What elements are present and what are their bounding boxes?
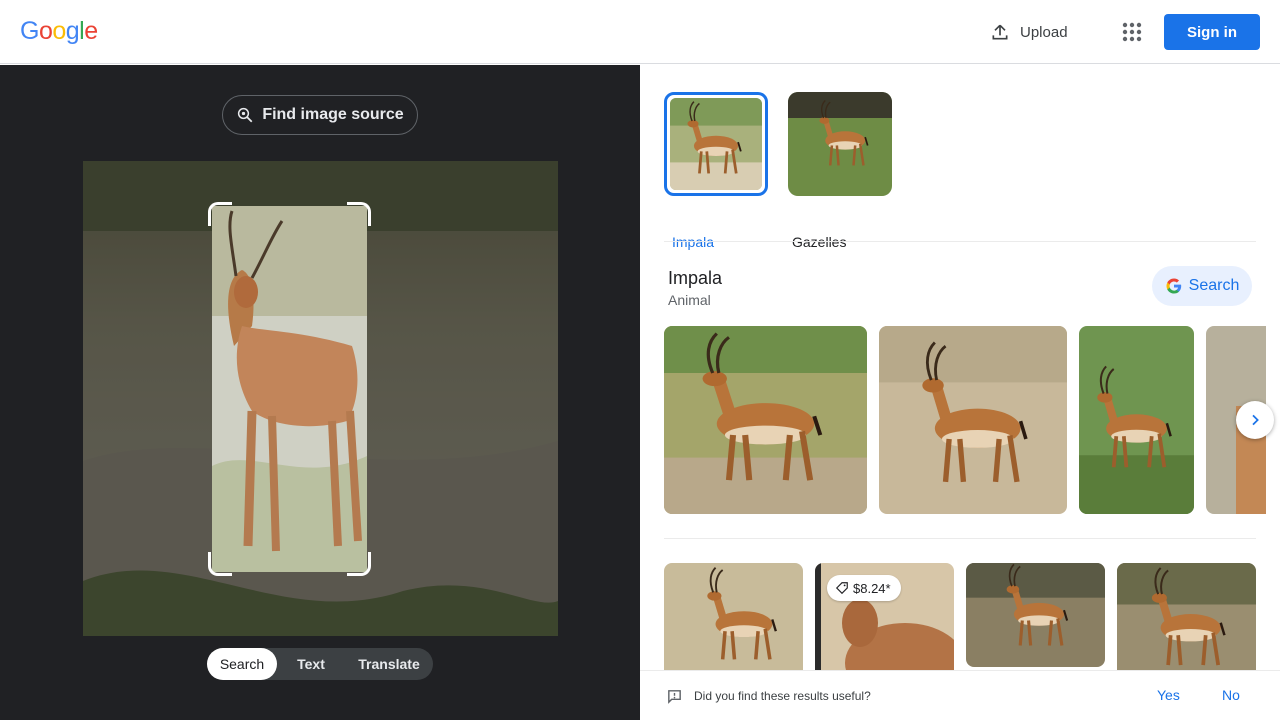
google-search-button[interactable]: Search [1152,266,1252,306]
result-image[interactable] [879,326,1067,514]
carousel-next-button[interactable] [1236,401,1274,439]
mode-translate[interactable]: Translate [345,648,433,680]
chevron-right-icon [1252,414,1259,426]
lens-mode-switch: Search Text Translate [207,648,433,680]
google-logo[interactable]: Google [20,17,98,46]
upload-label: Upload [1020,23,1068,41]
logo-letter: g [65,17,80,45]
result-image[interactable] [1079,326,1194,514]
google-search-label: Search [1188,277,1240,294]
feedback-yes-button[interactable]: Yes [1157,687,1180,703]
entity-subtitle: Animal [668,292,711,308]
crop-handle-bottom-right[interactable] [347,552,371,576]
upload-button[interactable]: Upload [990,18,1068,46]
result-image[interactable] [966,563,1105,667]
entity-title: Impala [668,268,723,288]
feedback-question: Did you find these results useful? [694,689,871,703]
logo-letter: e [84,17,98,45]
upload-icon [992,24,1008,40]
lens-image-panel: Find image source Search Text Translate [0,65,640,720]
chip-gazelles[interactable]: Gazelles [788,92,892,250]
feedback-icon [668,690,681,704]
crop-handle-top-right[interactable] [347,202,371,226]
results-panel: Impala Gazelles Impala Animal Search $8.… [640,65,1280,720]
feedback-no-button[interactable]: No [1222,687,1240,703]
logo-letter: o [38,17,53,45]
find-image-source-button[interactable]: Find image source [222,95,418,135]
sign-in-button[interactable]: Sign in [1164,14,1260,50]
crop-handle-bottom-left[interactable] [208,552,232,576]
top-bar: Google Upload Sign in [0,0,1280,64]
price-tag-icon [835,582,848,595]
price-label: $8.24* [853,580,891,596]
lens-search-icon [238,107,253,123]
google-g-icon [1166,278,1181,294]
query-image[interactable] [83,161,558,636]
chip-label-impala: Impala [672,234,715,250]
apps-grid-icon[interactable] [1120,20,1144,44]
crop-handle-top-left[interactable] [208,202,232,226]
mode-text[interactable]: Text [277,648,345,680]
chip-label-gazelles: Gazelles [792,234,847,250]
result-image[interactable] [664,326,867,514]
price-badge: $8.24* [827,575,901,601]
find-image-source-label: Find image source [262,106,404,123]
mode-search[interactable]: Search [207,648,277,680]
logo-letter: o [52,17,66,45]
feedback-bar: Did you find these results useful? Yes N… [640,670,1280,720]
divider [664,241,1256,242]
selection-crop[interactable] [212,206,367,572]
chip-impala[interactable]: Impala [664,92,768,250]
divider [664,538,1256,539]
logo-letter: G [20,17,39,45]
